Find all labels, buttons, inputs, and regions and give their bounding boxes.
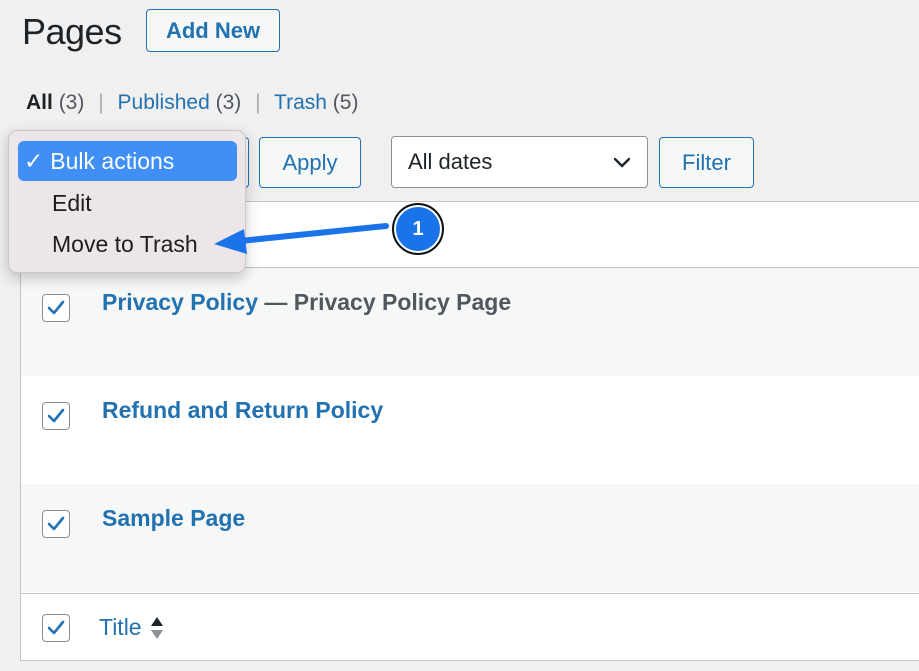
table-row: Sample Page bbox=[21, 484, 919, 592]
row-checkbox[interactable] bbox=[42, 510, 70, 538]
row-checkbox[interactable] bbox=[42, 294, 70, 322]
checkmark-icon bbox=[47, 516, 65, 531]
row-title-text[interactable]: Refund and Return Policy bbox=[102, 397, 383, 423]
filter-published-link[interactable]: Published bbox=[118, 91, 210, 114]
table-footer-row: Title bbox=[21, 593, 919, 660]
page-title: Pages bbox=[22, 11, 122, 52]
dropdown-item-label: Bulk actions bbox=[50, 147, 175, 174]
filter-all-link[interactable]: All bbox=[26, 91, 53, 114]
checkmark-icon bbox=[47, 300, 65, 315]
date-filter-select[interactable]: All dates bbox=[391, 136, 648, 188]
filter-trash-link[interactable]: Trash bbox=[274, 91, 327, 114]
annotation-step-badge: 1 bbox=[392, 203, 444, 255]
column-title-label[interactable]: Title bbox=[99, 614, 142, 641]
column-title-sort[interactable]: Title bbox=[99, 614, 164, 641]
table-row: Refund and Return Policy bbox=[21, 376, 919, 484]
filter-trash-count: (5) bbox=[332, 91, 359, 114]
sort-arrows-icon[interactable] bbox=[150, 615, 164, 641]
post-state: — Privacy Policy Page bbox=[258, 289, 512, 315]
dropdown-item-move-to-trash[interactable]: Move to Trash bbox=[18, 224, 237, 264]
row-checkbox[interactable] bbox=[42, 402, 70, 430]
chevron-down-icon bbox=[613, 157, 631, 168]
page-title-link[interactable]: Sample Page bbox=[102, 505, 245, 532]
filter-separator: | bbox=[255, 91, 261, 114]
page-title-link[interactable]: Refund and Return Policy bbox=[102, 397, 383, 424]
apply-button[interactable]: Apply bbox=[259, 137, 361, 188]
dropdown-item-bulk-actions[interactable]: ✓ Bulk actions bbox=[18, 141, 237, 181]
filter-separator: | bbox=[98, 91, 104, 114]
table-row: Privacy Policy — Privacy Policy Page bbox=[21, 268, 919, 376]
row-title-text[interactable]: Sample Page bbox=[102, 505, 245, 531]
dropdown-item-label: Move to Trash bbox=[52, 230, 198, 257]
page-title-link[interactable]: Privacy Policy — Privacy Policy Page bbox=[102, 289, 511, 316]
add-new-button[interactable]: Add New bbox=[146, 9, 280, 52]
filter-published-count: (3) bbox=[215, 91, 242, 114]
select-all-checkbox[interactable] bbox=[42, 614, 70, 642]
checkmark-icon bbox=[47, 408, 65, 423]
filter-all-count: (3) bbox=[58, 91, 85, 114]
dropdown-item-label: Edit bbox=[52, 189, 92, 216]
row-title-text[interactable]: Privacy Policy bbox=[102, 289, 258, 315]
status-filter-links: All (3) | Published (3) | Trash (5) bbox=[26, 89, 358, 117]
date-filter-value: All dates bbox=[408, 149, 493, 174]
bulk-actions-dropdown-menu: ✓ Bulk actions Edit Move to Trash bbox=[8, 130, 246, 273]
dropdown-item-edit[interactable]: Edit bbox=[18, 183, 237, 223]
filter-button[interactable]: Filter bbox=[659, 137, 754, 188]
checkmark-icon bbox=[47, 620, 65, 635]
checkmark-icon: ✓ bbox=[24, 147, 44, 174]
